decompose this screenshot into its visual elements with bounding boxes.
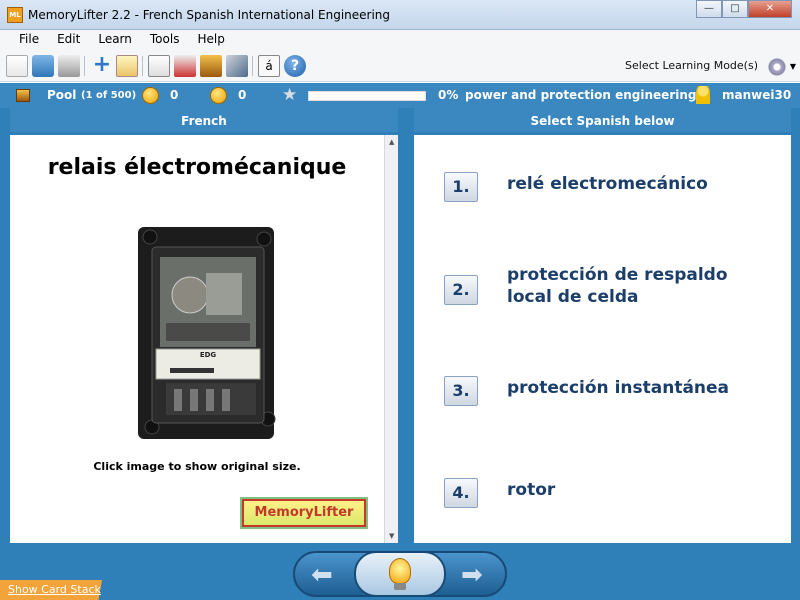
answer-2-text[interactable]: protección de respaldo local de celda <box>507 264 757 308</box>
pool-label: Pool <box>47 88 77 102</box>
progress-bar <box>308 91 426 101</box>
user-name: manwei30 <box>722 88 792 102</box>
tools-icon[interactable] <box>226 55 248 77</box>
edit-card-icon[interactable] <box>116 55 138 77</box>
chevron-down-icon[interactable]: ▼ <box>790 62 796 71</box>
relay-image[interactable]: EDG <box>130 223 280 445</box>
answer-4-text[interactable]: rotor <box>507 479 757 501</box>
menu-tools[interactable]: Tools <box>141 30 189 50</box>
answer-1-button[interactable]: 1. <box>444 172 478 202</box>
app-icon: ML <box>7 7 23 23</box>
left-column-header: French <box>10 108 398 132</box>
user-icon <box>696 86 710 104</box>
scroll-down-icon[interactable]: ▼ <box>389 532 394 540</box>
select-learning-modes-label[interactable]: Select Learning Mode(s) <box>625 59 758 72</box>
image-caption: Click image to show original size. <box>93 460 301 473</box>
answer-1-text[interactable]: relé electromecánico <box>507 173 757 195</box>
stats-icon[interactable] <box>174 55 196 77</box>
happy-face-icon <box>142 87 159 104</box>
answer-panel: 1. relé electromecánico 2. protección de… <box>414 135 791 543</box>
menu-learn[interactable]: Learn <box>89 30 141 50</box>
menu-file[interactable]: File <box>10 30 48 50</box>
answer-3-button[interactable]: 3. <box>444 376 478 406</box>
progress-percent: 0% <box>438 88 459 102</box>
pool-icon <box>16 89 30 102</box>
next-arrow-icon[interactable]: ➡ <box>461 562 483 588</box>
add-card-icon[interactable]: + <box>91 54 113 77</box>
window-title: MemoryLifter 2.2 - French Spanish Intern… <box>28 8 391 22</box>
correct-count: 0 <box>170 88 179 102</box>
question-panel: relais électromécanique EDG Click image … <box>10 135 398 543</box>
wrong-count: 0 <box>238 88 247 102</box>
show-card-stack-link[interactable]: Show Card Stack <box>8 583 101 596</box>
toolbar-separator <box>252 56 253 76</box>
toolbar-separator <box>84 56 85 76</box>
print-icon[interactable] <box>58 55 80 77</box>
title-bar: ML MemoryLifter 2.2 - French Spanish Int… <box>0 0 800 30</box>
right-column-header: Select Spanish below <box>414 108 791 132</box>
lightbulb-base <box>394 583 406 590</box>
help-icon[interactable]: ? <box>284 55 306 77</box>
answer-4-button[interactable]: 4. <box>444 478 478 508</box>
scroll-up-icon[interactable]: ▲ <box>389 138 394 146</box>
maximize-button[interactable]: □ <box>722 0 748 18</box>
minimize-button[interactable]: — <box>696 0 722 18</box>
memorylifter-logo: MemoryLifter <box>242 499 366 527</box>
slideshow-icon[interactable] <box>148 55 170 77</box>
special-char-icon[interactable]: á <box>258 55 280 77</box>
new-icon[interactable] <box>6 55 28 77</box>
star-icon: ★ <box>282 85 298 105</box>
scrollbar[interactable]: ▲ ▼ <box>384 135 398 543</box>
toolbar: + á ? Select Learning Mode(s) ▼ <box>0 50 800 82</box>
toolbar-separator <box>142 56 143 76</box>
window-controls: — □ ✕ <box>696 0 792 18</box>
show-card-stack-tab[interactable]: Show Card Stack <box>0 580 124 600</box>
card-stack-icon[interactable] <box>200 55 222 77</box>
status-bar: Pool (1 of 500) 0 0 ★ 0% power and prote… <box>0 83 800 108</box>
gear-icon[interactable] <box>766 56 788 78</box>
answer-3-text[interactable]: protección instantánea <box>507 377 757 399</box>
menu-bar: File Edit Learn Tools Help <box>0 30 800 50</box>
lightbulb-icon[interactable] <box>389 558 411 584</box>
previous-arrow-icon[interactable]: ⬅ <box>311 562 333 588</box>
open-icon[interactable] <box>32 55 54 77</box>
question-word: relais électromécanique <box>47 155 347 180</box>
answer-2-button[interactable]: 2. <box>444 275 478 305</box>
sad-face-icon <box>210 87 227 104</box>
menu-help[interactable]: Help <box>188 30 233 50</box>
topic-title: power and protection engineering <box>465 88 697 102</box>
menu-edit[interactable]: Edit <box>48 30 89 50</box>
pool-count: (1 of 500) <box>81 90 137 101</box>
relay-label: EDG <box>200 351 217 359</box>
close-button[interactable]: ✕ <box>748 0 792 18</box>
